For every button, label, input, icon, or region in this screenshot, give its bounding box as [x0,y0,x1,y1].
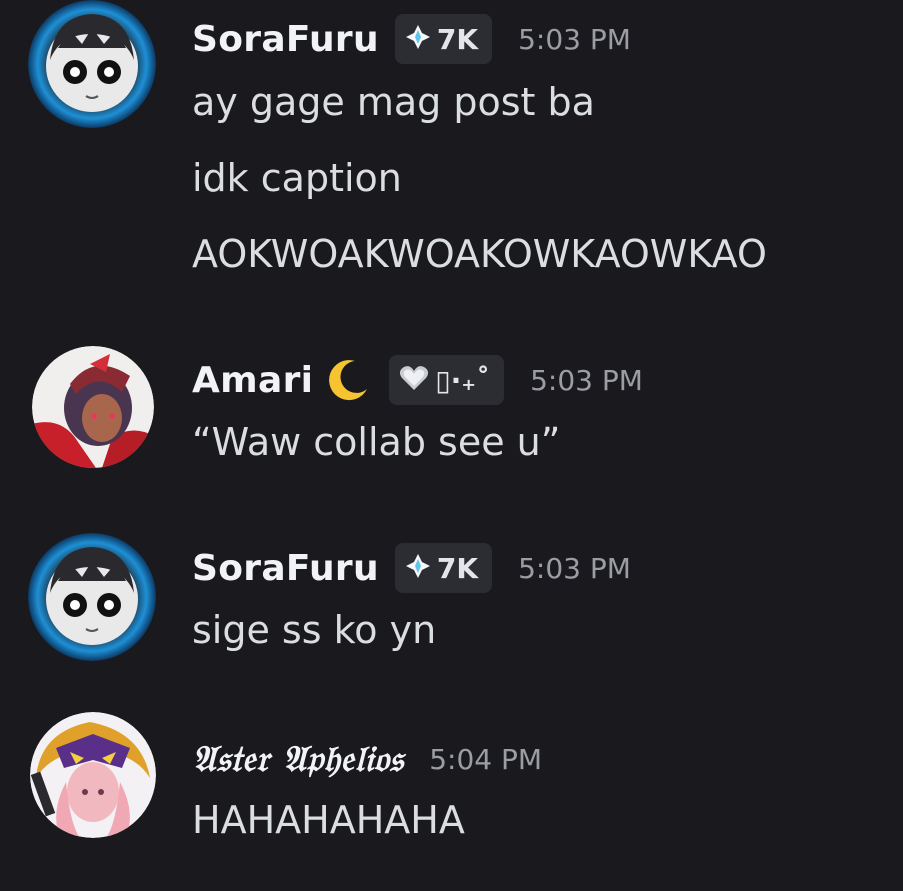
message-header: Amari ▯·₊˚ 5:03 PM [192,355,643,405]
message-text: “Waw collab see u” [192,420,561,464]
message-text: ay gage mag post ba [192,80,595,124]
silver-heart-icon [399,365,429,395]
message-header: SoraFuru 7K 5:03 PM [192,543,631,593]
server-tag[interactable]: ▯·₊˚ [389,355,505,405]
avatar[interactable] [28,0,156,128]
chat-message-list: SoraFuru 7K 5:03 PM ay gage mag post ba … [0,0,903,891]
message-text: HAHAHAHAHA [192,798,465,842]
tag-label: 7K [436,22,479,56]
timestamp[interactable]: 5:04 PM [429,743,542,776]
tag-label: ▯·₊˚ [435,363,491,397]
crescent-moon-icon [325,357,371,403]
avatar[interactable] [30,712,156,838]
sparkle-diamond-icon [405,24,431,54]
avatar[interactable] [32,346,154,468]
message-text: sige ss ko yn [192,608,437,652]
tag-label: 7K [436,551,479,585]
username[interactable]: SoraFuru [192,19,379,60]
timestamp[interactable]: 5:03 PM [530,364,643,397]
username[interactable]: SoraFuru [192,548,379,589]
message-header: SoraFuru 7K 5:03 PM [192,14,631,64]
message-text: AOKWOAKWOAKOWKAOWKAO [192,232,767,276]
timestamp[interactable]: 5:03 PM [518,23,631,56]
message-header: 𝔄𝔰𝔱𝔢𝔯 𝔄𝔭𝔥𝔢𝔩𝔦𝔬𝔰 5:04 PM [192,734,542,784]
username[interactable]: Amari [192,360,313,401]
server-tag[interactable]: 7K [394,14,493,64]
username[interactable]: 𝔄𝔰𝔱𝔢𝔯 𝔄𝔭𝔥𝔢𝔩𝔦𝔬𝔰 [192,738,403,781]
server-tag[interactable]: 7K [394,543,493,593]
sparkle-diamond-icon [405,553,431,583]
timestamp[interactable]: 5:03 PM [518,552,631,585]
message-text: idk caption [192,156,402,200]
avatar[interactable] [28,533,156,661]
